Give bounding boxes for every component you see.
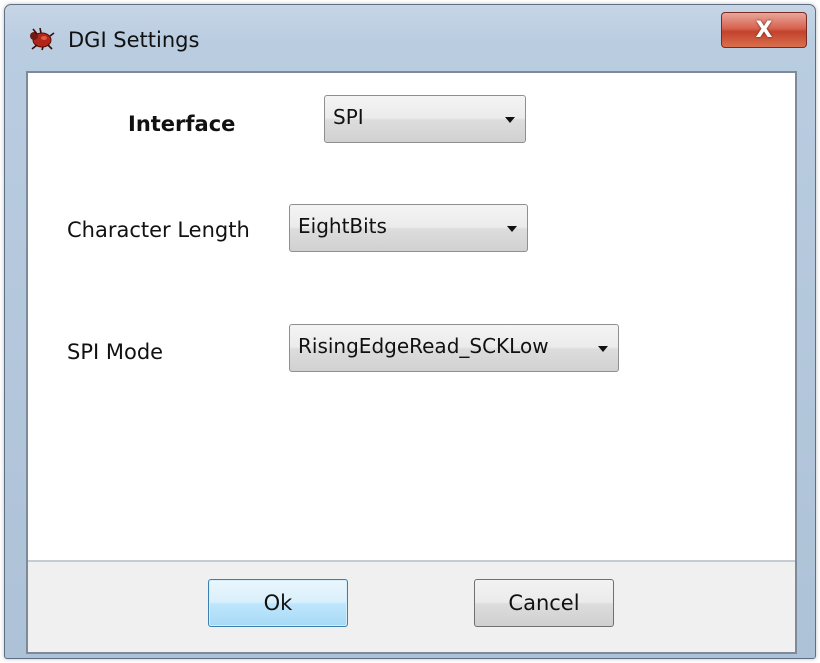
cancel-button[interactable]: Cancel xyxy=(474,579,614,627)
bug-icon xyxy=(27,27,55,51)
close-icon: X xyxy=(755,17,773,43)
interface-dropdown[interactable]: SPI xyxy=(324,95,526,143)
character-length-label: Character Length xyxy=(67,218,250,242)
interface-value: SPI xyxy=(333,105,364,129)
chevron-down-icon xyxy=(507,226,517,232)
spi-mode-label: SPI Mode xyxy=(67,340,164,364)
ok-button[interactable]: Ok xyxy=(208,579,348,627)
settings-panel: Interface SPI Character Length EightBits… xyxy=(26,71,797,654)
character-length-dropdown[interactable]: EightBits xyxy=(289,204,528,252)
title-bar[interactable]: DGI Settings X xyxy=(5,5,815,69)
chevron-down-icon xyxy=(598,346,608,352)
spi-mode-dropdown[interactable]: RisingEdgeRead_SCKLow xyxy=(289,324,619,372)
dialog-window: DGI Settings X Interface SPI Character L… xyxy=(4,4,816,659)
spi-mode-value: RisingEdgeRead_SCKLow xyxy=(298,334,549,358)
chevron-down-icon xyxy=(505,117,515,123)
character-length-value: EightBits xyxy=(298,214,387,238)
button-bar: Ok Cancel xyxy=(28,560,795,652)
close-button[interactable]: X xyxy=(721,12,807,48)
window-title: DGI Settings xyxy=(68,28,200,52)
interface-label: Interface xyxy=(128,112,236,136)
